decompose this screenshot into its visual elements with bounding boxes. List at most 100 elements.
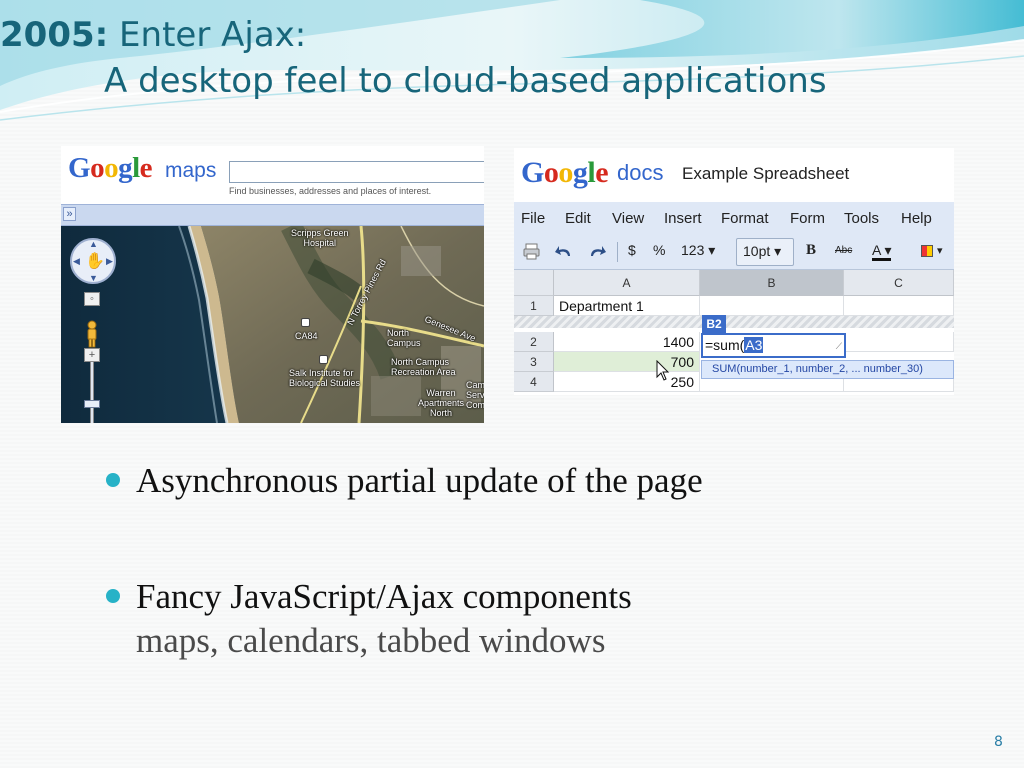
font-size-label: 10pt ▾ — [743, 243, 782, 259]
gdocs-product-name: docs — [617, 160, 664, 185]
title-line-1: Enter Ajax: — [119, 15, 307, 55]
logo-letter: G — [68, 152, 91, 184]
map-poi-icon — [301, 318, 310, 327]
menu-bar: File Edit View Insert Format Form Tools … — [514, 202, 954, 234]
print-icon[interactable] — [523, 243, 540, 260]
column-header-b[interactable]: B — [700, 270, 844, 296]
zoom-slider[interactable] — [90, 362, 94, 423]
logo-letter: e — [139, 152, 153, 184]
menu-form[interactable]: Form — [790, 210, 825, 227]
row-header[interactable]: 3 — [514, 352, 554, 372]
bold-button[interactable]: B — [806, 242, 816, 259]
home-button[interactable]: ◦ — [84, 292, 100, 306]
bullet-text: Asynchronous partial update of the page — [136, 461, 703, 500]
currency-format-button[interactable]: $ — [628, 242, 636, 258]
frozen-rows-divider[interactable] — [514, 316, 954, 328]
resize-handle-icon[interactable]: ⟋ — [836, 336, 842, 356]
slide-title: 2005: Enter Ajax: A desktop feel to clou… — [0, 12, 1000, 104]
cell-a1[interactable]: Department 1 — [554, 296, 700, 316]
row-header[interactable]: 1 — [514, 296, 554, 316]
menu-tools[interactable]: Tools — [844, 210, 879, 227]
cell-formula-editor[interactable]: =sum(A3 ⟋ — [701, 333, 846, 358]
fill-color-dropdown[interactable]: ▾ — [937, 244, 943, 257]
text-color-dropdown[interactable]: A ▾ — [872, 242, 892, 261]
bullet-dot-icon — [106, 473, 120, 487]
pan-control[interactable]: ▲ ▼ ◀ ▶ ✋ — [70, 238, 116, 284]
bullet-item: Fancy JavaScript/Ajax components maps, c… — [106, 574, 632, 662]
title-line-2: A desktop feel to cloud-based applicatio… — [104, 61, 827, 101]
google-logo: Google — [521, 156, 609, 190]
percent-format-button[interactable]: % — [653, 242, 665, 258]
active-cell-reference: B2 — [702, 315, 726, 333]
google-maps-screenshot: Google maps Find businesses, addresses a… — [61, 146, 484, 423]
mouse-cursor-icon — [656, 360, 670, 381]
cell-b1[interactable] — [700, 296, 844, 316]
zoom-in-button[interactable]: + — [84, 348, 100, 362]
cell-c2[interactable] — [844, 332, 954, 352]
logo-letter: l — [132, 152, 140, 184]
pan-up-icon[interactable]: ▲ — [89, 239, 98, 249]
column-header-c[interactable]: C — [844, 270, 954, 296]
document-title[interactable]: Example Spreadsheet — [682, 164, 849, 184]
menu-insert[interactable]: Insert — [664, 210, 702, 227]
logo-letter: l — [587, 156, 596, 189]
pan-down-icon[interactable]: ▼ — [89, 273, 98, 283]
menu-format[interactable]: Format — [721, 210, 769, 227]
logo-letter: o — [104, 152, 119, 184]
pan-right-icon[interactable]: ▶ — [106, 256, 113, 267]
map-poi-icon — [319, 355, 328, 364]
row-header[interactable]: 2 — [514, 332, 554, 352]
strikethrough-button[interactable]: Abc — [835, 245, 852, 256]
map-label-salk: Salk Institute for Biological Studies — [289, 368, 361, 388]
number-format-dropdown[interactable]: 123 ▾ — [681, 242, 715, 259]
formula-selected-reference: A3 — [744, 337, 764, 353]
formula-text: =sum( — [705, 337, 745, 353]
pan-left-icon[interactable]: ◀ — [73, 256, 80, 267]
google-docs-screenshot: Google docs Example Spreadsheet File Edi… — [514, 148, 954, 395]
logo-letter: g — [572, 156, 588, 189]
column-header-a[interactable]: A — [554, 270, 700, 296]
undo-icon[interactable] — [554, 243, 574, 260]
hand-icon: ✋ — [85, 253, 105, 270]
gmaps-toolbar: » — [61, 204, 484, 226]
cell-a2[interactable]: 1400 — [554, 332, 700, 352]
corner-cell[interactable] — [514, 270, 554, 296]
logo-letter: o — [558, 156, 573, 189]
cell-a4[interactable]: 250 — [554, 372, 700, 392]
gmaps-search-input[interactable] — [229, 161, 484, 183]
map-label-recreation: North Campus Recreation Area — [391, 357, 456, 377]
collapse-panel-button[interactable]: » — [63, 207, 76, 221]
menu-edit[interactable]: Edit — [565, 210, 591, 227]
redo-icon[interactable] — [587, 243, 607, 260]
toolbar: $ % 123 ▾ 10pt ▾ B Abc A ▾ ▾ — [514, 234, 954, 270]
zoom-slider-thumb[interactable] — [84, 400, 100, 408]
menu-file[interactable]: File — [521, 210, 545, 227]
page-number: 8 — [994, 734, 1003, 750]
cell-a3[interactable]: 700 — [554, 352, 700, 372]
slide: 2005: Enter Ajax: A desktop feel to clou… — [0, 0, 1024, 768]
logo-letter: e — [595, 156, 609, 189]
gmaps-product-name: maps — [165, 159, 217, 182]
font-size-dropdown[interactable]: 10pt ▾ — [736, 238, 794, 266]
pegman-icon[interactable] — [85, 320, 99, 348]
gmaps-search-hint: Find businesses, addresses and places of… — [229, 186, 432, 196]
function-autocomplete-tooltip[interactable]: SUM(number_1, number_2, ... number_30) — [701, 360, 954, 379]
logo-letter: o — [543, 156, 559, 189]
gmaps-header: Google maps Find businesses, addresses a… — [61, 146, 484, 204]
cell-c1[interactable] — [844, 296, 954, 316]
row-header[interactable]: 4 — [514, 372, 554, 392]
bullet-text: Fancy JavaScript/Ajax components — [136, 577, 632, 616]
logo-letter: o — [90, 152, 105, 184]
menu-view[interactable]: View — [612, 210, 644, 227]
toolbar-separator — [617, 242, 618, 262]
fill-color-icon[interactable] — [921, 245, 933, 257]
bullet-dot-icon — [106, 589, 120, 603]
google-logo: Google — [68, 152, 153, 185]
map-label-warren: Warren Apartments North — [418, 388, 465, 418]
logo-letter: G — [521, 156, 544, 189]
map-label-north-campus: North Campus — [387, 328, 421, 348]
title-year: 2005: — [0, 15, 109, 55]
bullet-subtext: maps, calendars, tabbed windows — [136, 621, 606, 660]
map-label-hospital: Scripps Green Hospital — [291, 228, 349, 248]
menu-help[interactable]: Help — [901, 210, 932, 227]
